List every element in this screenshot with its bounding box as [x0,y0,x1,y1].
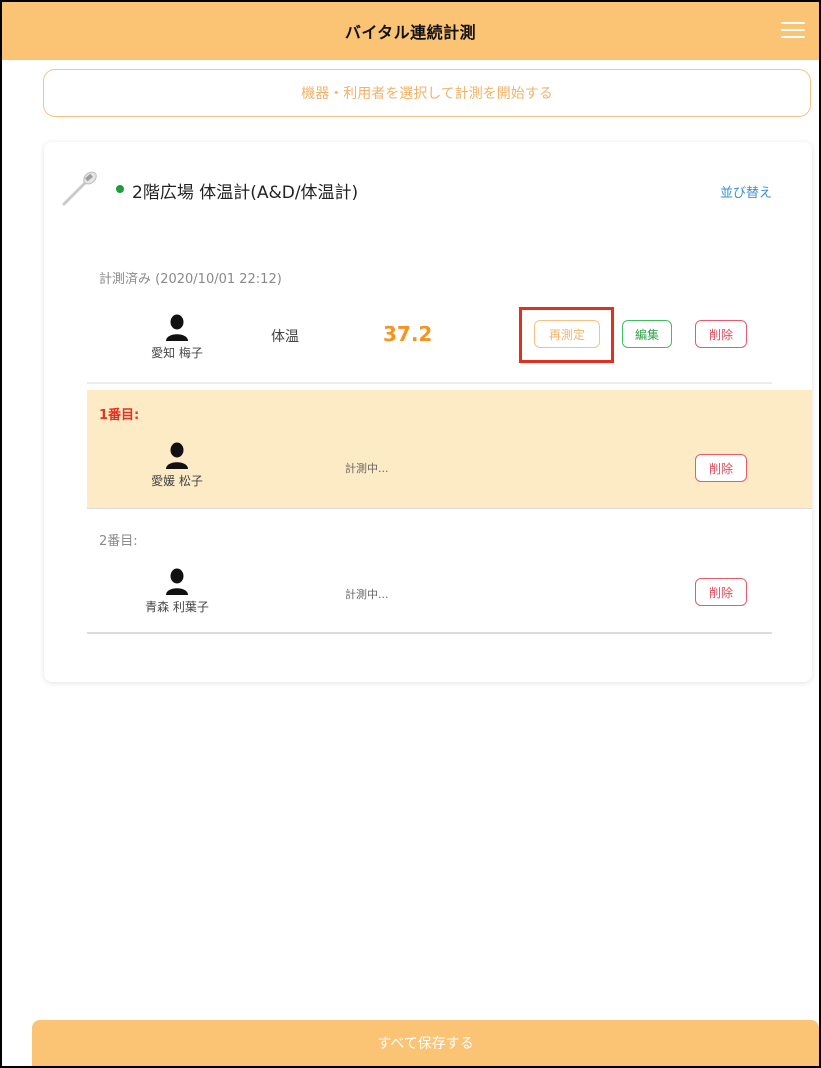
thermometer-icon [62,171,97,206]
delete-button[interactable]: 削除 [695,578,747,606]
person-name: 青森 利葉子 [145,600,209,614]
remeasure-button[interactable]: 再測定 [534,320,600,348]
queue-label: 2番目: [99,534,138,549]
measured-label: 計測済み (2020/10/01 22:12) [99,272,282,287]
measuring-status: 計測中... [345,588,389,601]
select-device-user-button[interactable]: 機器・利用者を選択して計測を開始する [43,69,811,117]
person-silhouette-icon [166,568,188,595]
header-bar: バイタル連続計測 [2,2,819,60]
person-silhouette-icon [166,314,188,341]
person-silhouette-icon [166,442,188,469]
edit-button[interactable]: 編集 [622,320,672,348]
measured-row: 愛知 梅子 体温 37.2 再測定 編集 削除 [87,302,772,382]
delete-button[interactable]: 削除 [695,320,747,348]
divider [87,508,812,509]
divider [87,382,772,384]
app-screen: バイタル連続計測 機器・利用者を選択して計測を開始する 2階広場 体温計(A&D… [2,2,819,1066]
hamburger-menu-icon[interactable] [781,22,805,38]
device-card: 2階広場 体温計(A&D/体温計) 並び替え 計測済み (2020/10/01 … [44,142,812,682]
sort-link[interactable]: 並び替え [720,182,772,201]
person-name: 愛知 梅子 [151,346,203,360]
queue-item-2: 青森 利葉子 計測中... 削除 [87,562,772,632]
queue-label: 1番目: [99,408,140,423]
metric-label: 体温 [271,329,299,345]
connection-status-dot [116,185,124,193]
queue-item-1: 1番目: 愛媛 松子 計測中... 削除 [87,390,812,508]
metric-value: 37.2 [383,322,433,346]
person-name: 愛媛 松子 [151,474,203,488]
measuring-status: 計測中... [345,462,389,475]
device-name: 2階広場 体温計(A&D/体温計) [132,183,359,203]
page-title: バイタル連続計測 [344,23,477,42]
save-all-button[interactable]: すべて保存する [32,1020,819,1066]
queue-person: 青森 利葉子 [132,568,222,615]
measured-person: 愛知 梅子 [132,314,222,361]
delete-button[interactable]: 削除 [695,454,747,482]
divider [87,632,772,634]
queue-person: 愛媛 松子 [132,442,222,489]
